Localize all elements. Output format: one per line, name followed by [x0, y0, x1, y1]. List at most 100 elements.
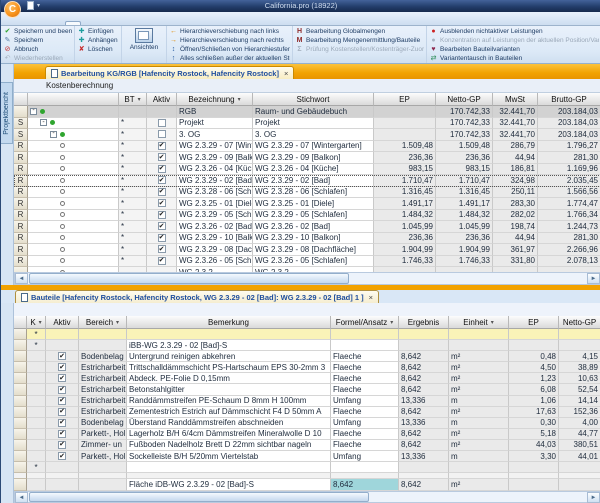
- hierarchy-cell[interactable]: [28, 152, 119, 164]
- hierarchy-cell[interactable]: [28, 175, 119, 187]
- column-header[interactable]: Ergebnis ▾: [399, 316, 449, 329]
- ribbon-button[interactable]: ● Konzentration auf Leistungen der aktue…: [429, 36, 599, 45]
- ribbon-tab[interactable]: [129, 21, 145, 25]
- aktiv-checkbox[interactable]: [158, 153, 166, 161]
- chevron-down-icon[interactable]: ▾: [37, 3, 40, 9]
- formel-ansatz-cell[interactable]: Flaeche: [331, 429, 399, 440]
- table-row[interactable]: Zimmer- un Fußboden Nadelholz Brett D 22…: [14, 440, 600, 451]
- column-header[interactable]: Netto-GP ▾: [436, 93, 493, 106]
- aktiv-checkbox[interactable]: [58, 430, 66, 438]
- table-row[interactable]: S * 3. OG 3. OG 170.742,33 32.441,70: [14, 129, 600, 141]
- ribbon-tab[interactable]: [81, 21, 97, 25]
- app-logo-button[interactable]: C: [4, 1, 21, 18]
- ribbon-tab[interactable]: [65, 21, 81, 25]
- table-row[interactable]: Bodenbelag Überstand Randdämmstreifen ab…: [14, 418, 600, 429]
- column-header[interactable]: BT ▾: [119, 93, 147, 106]
- formel-ansatz-cell[interactable]: Flaeche: [331, 384, 399, 395]
- formel-ansatz-cell[interactable]: Flaeche: [331, 407, 399, 418]
- row-type-cell[interactable]: R: [14, 221, 28, 233]
- filter-dropdown-icon[interactable]: ▾: [116, 319, 119, 326]
- ribbon-button[interactable]: ✚ Einfügen: [77, 27, 119, 36]
- aktiv-checkbox[interactable]: [158, 234, 166, 242]
- ribbon-button[interactable]: ✘ Löschen: [77, 45, 119, 54]
- formel-ansatz-cell[interactable]: 8,642: [331, 479, 399, 491]
- tab-bauteile[interactable]: Bauteile [Hafencity Rostock, Hafencity R…: [15, 290, 379, 303]
- filter-dropdown-icon[interactable]: ▾: [491, 319, 494, 326]
- column-header[interactable]: EP ▾: [509, 316, 559, 329]
- row-selector-cell[interactable]: [14, 407, 27, 418]
- table-row[interactable]: Bodenbelag Untergrund reinigen abkehren …: [14, 351, 600, 362]
- table-row[interactable]: R * WG 2.3.29 - 02 [Bad] WG 2.3.29 - 02 …: [14, 175, 600, 187]
- table-row[interactable]: Estricharbeit Zementestrich Estrich auf …: [14, 407, 600, 418]
- row-selector-cell[interactable]: [14, 429, 27, 440]
- table-row[interactable]: *: [14, 329, 600, 340]
- row-selector-cell[interactable]: [14, 373, 27, 384]
- ribbon-button[interactable]: H Bearbeitung Globalmengen: [295, 27, 424, 36]
- views-button[interactable]: Ansichten: [124, 28, 164, 51]
- column-header[interactable]: EP ▾: [374, 93, 436, 106]
- hierarchy-cell[interactable]: [28, 129, 119, 141]
- table-row[interactable]: R * WG 2.3.29 - 08 [Dachfläche] WG 2.3.2…: [14, 244, 600, 256]
- lower-horizontal-scrollbar[interactable]: ◄ ►: [14, 491, 600, 503]
- table-row[interactable]: RGB Raum- und Gebäudebuch 170.742,33 32.…: [14, 106, 600, 118]
- row-type-cell[interactable]: R: [14, 198, 28, 210]
- close-icon[interactable]: ×: [369, 293, 373, 302]
- table-row[interactable]: Estricharbeit Betonstahlgitter Flaeche 8…: [14, 384, 600, 395]
- scrollbar-thumb[interactable]: [29, 492, 369, 502]
- table-row[interactable]: R * WG 2.3.29 - 07 [Wintergarten] WG 2.3…: [14, 141, 600, 153]
- column-header[interactable]: Stichwort ▾: [253, 93, 374, 106]
- ribbon-tab[interactable]: [241, 21, 257, 25]
- table-row[interactable]: Estricharbeit Abdeck. PE-Folie D 0,15mm …: [14, 373, 600, 384]
- filter-dropdown-icon[interactable]: ▾: [138, 96, 141, 103]
- table-row[interactable]: R * WG 2.3.29 - 10 [Balkon] WG 2.3.29 - …: [14, 233, 600, 245]
- ribbon-tab[interactable]: [225, 21, 241, 25]
- column-header[interactable]: Einheit ▾: [449, 316, 509, 329]
- scroll-right-icon[interactable]: ►: [587, 273, 600, 284]
- ribbon-tab[interactable]: [113, 21, 129, 25]
- row-type-cell[interactable]: S: [14, 129, 28, 141]
- tab-bearbeitung-kg-rgb[interactable]: Bearbeitung KG/RGB [Hafencity Rostock, H…: [45, 66, 294, 79]
- ribbon-tab[interactable]: [97, 21, 113, 25]
- aktiv-checkbox[interactable]: [158, 176, 166, 184]
- row-selector-cell[interactable]: [14, 362, 27, 373]
- table-row[interactable]: R * WG 2.3.26 - 04 [Küche] WG 2.3.26 - 0…: [14, 164, 600, 176]
- tree-collapse-icon[interactable]: [30, 108, 37, 115]
- aktiv-checkbox[interactable]: [158, 222, 166, 230]
- ribbon-button[interactable]: ✎ Speichern: [3, 36, 72, 45]
- ribbon-tab[interactable]: [193, 21, 209, 25]
- sidebar-tab-projektbericht[interactable]: Projektbericht: [1, 82, 13, 144]
- formel-ansatz-cell[interactable]: [331, 340, 399, 351]
- ribbon-button[interactable]: Σ Prüfung Kostenstellen/Kostenträger-Zuo…: [295, 45, 424, 54]
- row-type-cell[interactable]: R: [14, 233, 28, 245]
- ribbon-tab[interactable]: [177, 21, 193, 25]
- filter-dropdown-icon[interactable]: ▾: [238, 96, 241, 103]
- hierarchy-cell[interactable]: [28, 221, 119, 233]
- scroll-left-icon[interactable]: ◄: [15, 492, 28, 503]
- formel-ansatz-cell[interactable]: Flaeche: [331, 373, 399, 384]
- filter-dropdown-icon[interactable]: ▾: [390, 319, 393, 326]
- column-header[interactable]: ▾: [14, 93, 28, 106]
- ribbon-button[interactable]: ♥ Bearbeiten Bauteilvarianten: [429, 45, 599, 54]
- hierarchy-cell[interactable]: [28, 210, 119, 222]
- aktiv-checkbox[interactable]: [158, 165, 166, 173]
- column-header[interactable]: Aktiv ▾: [46, 316, 79, 329]
- row-type-cell[interactable]: R: [14, 175, 28, 187]
- aktiv-checkbox[interactable]: [158, 257, 166, 265]
- aktiv-checkbox[interactable]: [158, 119, 166, 127]
- ribbon-button[interactable]: ⇄ Variantentausch in Bauteilen: [429, 54, 599, 63]
- formel-ansatz-cell[interactable]: [331, 329, 399, 340]
- aktiv-checkbox[interactable]: [158, 199, 166, 207]
- aktiv-checkbox[interactable]: [158, 211, 166, 219]
- aktiv-checkbox[interactable]: [58, 441, 66, 449]
- scroll-left-icon[interactable]: ◄: [15, 273, 28, 284]
- column-header[interactable]: Formel/Ansatz ▾: [331, 316, 399, 329]
- row-selector-cell[interactable]: [14, 418, 27, 429]
- row-type-cell[interactable]: R: [14, 187, 28, 199]
- column-header[interactable]: Brutto-GP ▾: [538, 93, 600, 106]
- formel-ansatz-cell[interactable]: Umfang: [331, 396, 399, 407]
- row-selector-cell[interactable]: [14, 384, 27, 395]
- ribbon-tab[interactable]: [145, 21, 161, 25]
- table-row[interactable]: *: [14, 462, 600, 473]
- aktiv-checkbox[interactable]: [58, 386, 66, 394]
- aktiv-checkbox[interactable]: [58, 419, 66, 427]
